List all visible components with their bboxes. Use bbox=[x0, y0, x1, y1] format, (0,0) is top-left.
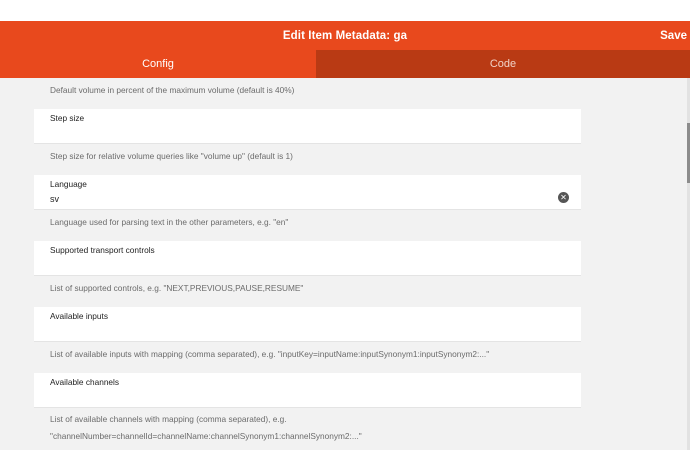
transport-controls-field[interactable]: Supported transport controls bbox=[34, 241, 581, 276]
tab-config[interactable]: Config bbox=[0, 50, 316, 78]
close-circle-icon[interactable]: ✕ bbox=[558, 192, 569, 203]
available-inputs-label: Available inputs bbox=[50, 311, 108, 321]
config-form: Default volume in percent of the maximum… bbox=[0, 78, 690, 450]
language-field[interactable]: Language sv ✕ bbox=[34, 175, 581, 210]
language-label: Language bbox=[50, 179, 87, 189]
available-inputs-hint: List of available inputs with mapping (c… bbox=[50, 349, 490, 359]
language-value[interactable]: sv bbox=[50, 194, 59, 204]
available-channels-field[interactable]: Available channels bbox=[34, 373, 581, 408]
language-hint: Language used for parsing text in the ot… bbox=[50, 217, 289, 227]
step-size-label: Step size bbox=[50, 113, 85, 123]
volume-hint: Default volume in percent of the maximum… bbox=[50, 85, 295, 95]
tab-code[interactable]: Code bbox=[316, 50, 690, 78]
step-size-field[interactable]: Step size bbox=[34, 109, 581, 144]
page-title: Edit Item Metadata: ga bbox=[282, 29, 408, 42]
navbar: Edit Item Metadata: ga Save bbox=[0, 21, 690, 50]
transport-controls-label: Supported transport controls bbox=[50, 245, 155, 255]
available-channels-hint-example: "channelNumber=channelId=channelName:cha… bbox=[50, 431, 362, 441]
available-inputs-field[interactable]: Available inputs bbox=[34, 307, 581, 342]
available-channels-hint: List of available channels with mapping … bbox=[50, 414, 287, 424]
top-strip bbox=[0, 0, 690, 21]
step-size-hint: Step size for relative volume queries li… bbox=[50, 151, 293, 161]
available-channels-label: Available channels bbox=[50, 377, 120, 387]
tab-bar: Config Code bbox=[0, 50, 690, 78]
transport-controls-hint: List of supported controls, e.g. "NEXT,P… bbox=[50, 283, 304, 293]
save-button[interactable]: Save bbox=[660, 21, 687, 50]
